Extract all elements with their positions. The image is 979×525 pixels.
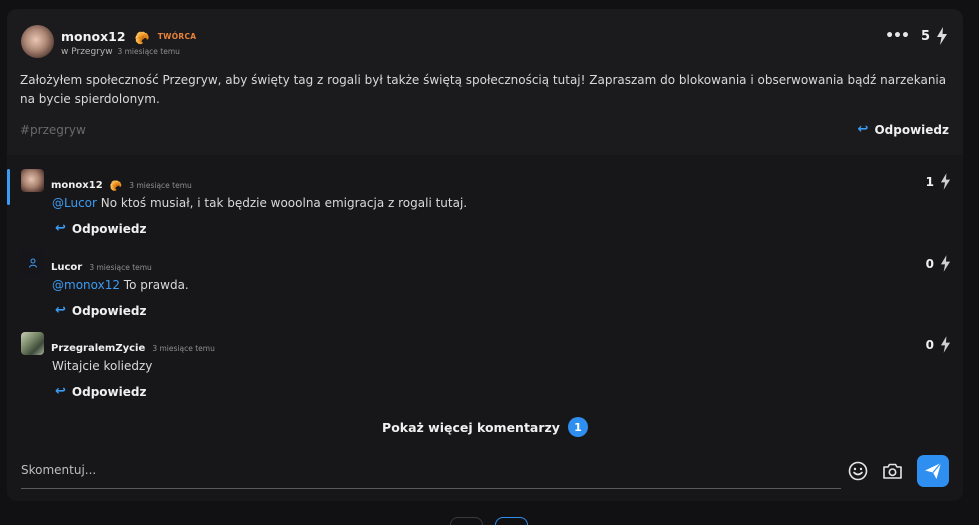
comment-header: monox12 🥐 3 miesiące temu bbox=[51, 173, 192, 192]
smiley-icon[interactable] bbox=[848, 461, 868, 481]
post-actions: ••• 5 bbox=[885, 27, 948, 45]
comment-vote-count: 0 bbox=[925, 256, 934, 271]
reply-arrow-icon: ↩ bbox=[55, 384, 66, 399]
input-tools bbox=[848, 455, 949, 487]
comment-text: Witajcie koliedzy bbox=[52, 359, 153, 373]
comment-body: To prawda. bbox=[119, 278, 189, 292]
comment-time: 3 miesiące temu bbox=[152, 344, 215, 353]
post-tag[interactable]: #przegryw bbox=[20, 123, 86, 137]
comments-section: monox12 🥐 3 miesiące temu @Lucor No ktoś… bbox=[7, 155, 963, 501]
comment-header: Lucor 3 miesiące temu bbox=[51, 255, 152, 274]
post-vote-count: 5 bbox=[920, 28, 930, 44]
reply-label: Odpowiedz bbox=[71, 221, 147, 236]
comment-avatar[interactable] bbox=[21, 251, 44, 274]
comment-author[interactable]: Lucor bbox=[51, 262, 82, 273]
author-line: monox12 🥐 TWÓRCA bbox=[61, 26, 196, 45]
highlight-bar bbox=[7, 169, 10, 205]
more-options-icon[interactable]: ••• bbox=[885, 28, 910, 44]
reply-label: Odpowiedz bbox=[874, 122, 949, 137]
comment-reply-button[interactable]: ↩ Odpowiedz bbox=[55, 221, 146, 236]
mention-link[interactable]: @monox12 bbox=[52, 278, 120, 292]
author-avatar[interactable] bbox=[21, 25, 54, 58]
comment-body: No ktoś musiał, i tak będzie wooolna emi… bbox=[96, 196, 468, 210]
reply-arrow-icon: ↩ bbox=[55, 303, 66, 318]
paper-plane-icon bbox=[925, 462, 942, 479]
user-icon bbox=[28, 258, 37, 268]
comment-header: PrzegralemZycie 3 miesiące temu bbox=[51, 336, 215, 355]
comment-avatar[interactable] bbox=[21, 332, 44, 355]
post-vote[interactable]: 5 bbox=[921, 27, 948, 45]
comment-author[interactable]: monox12 bbox=[51, 180, 103, 191]
croissant-icon: 🥐 bbox=[134, 31, 150, 45]
reply-arrow-icon: ↩ bbox=[55, 221, 66, 236]
comment-vote[interactable]: 0 bbox=[926, 336, 951, 353]
author-name[interactable]: monox12 bbox=[61, 29, 126, 44]
camera-icon[interactable] bbox=[882, 462, 903, 480]
comment-input[interactable] bbox=[21, 451, 841, 488]
comment-reply-button[interactable]: ↩ Odpowiedz bbox=[55, 303, 146, 318]
comment-reply-button[interactable]: ↩ Odpowiedz bbox=[55, 384, 146, 399]
comment-time: 3 miesiące temu bbox=[129, 181, 192, 190]
bolt-icon[interactable] bbox=[940, 255, 951, 272]
comment-vote-count: 1 bbox=[925, 174, 934, 189]
bolt-icon[interactable] bbox=[936, 27, 948, 45]
creator-badge: TWÓRCA bbox=[157, 32, 197, 41]
send-button[interactable] bbox=[917, 455, 949, 487]
post-card: monox12 🥐 TWÓRCA w Przegryw 3 miesiące t… bbox=[7, 9, 963, 501]
comment-time: 3 miesiące temu bbox=[89, 263, 152, 272]
mention-link[interactable]: @Lucor bbox=[52, 196, 97, 210]
comment-input-wrap bbox=[21, 451, 841, 489]
comment-vote[interactable]: 1 bbox=[926, 173, 951, 190]
pagination bbox=[450, 517, 528, 525]
reply-button[interactable]: ↩ Odpowiedz bbox=[858, 122, 949, 137]
comment-avatar[interactable] bbox=[21, 169, 44, 192]
more-count-badge: 1 bbox=[567, 417, 588, 437]
show-more-label: Pokaż więcej komentarzy bbox=[382, 419, 560, 435]
reply-arrow-icon: ↩ bbox=[857, 122, 869, 137]
reply-label: Odpowiedz bbox=[71, 384, 147, 399]
show-more-comments-button[interactable]: Pokaż więcej komentarzy 1 bbox=[7, 417, 963, 437]
comment-text: @Lucor No ktoś musiał, i tak będzie wooo… bbox=[52, 196, 467, 210]
post-time: 3 miesiące temu bbox=[117, 47, 180, 56]
page-button-active[interactable] bbox=[495, 517, 528, 525]
post-body: Założyłem społeczność Przegryw, aby świę… bbox=[20, 73, 947, 106]
post-meta: w Przegryw 3 miesiące temu bbox=[61, 47, 180, 57]
bolt-icon[interactable] bbox=[940, 336, 951, 353]
bolt-icon[interactable] bbox=[940, 173, 951, 190]
croissant-icon: 🥐 bbox=[109, 181, 123, 192]
comment-author[interactable]: PrzegralemZycie bbox=[51, 343, 145, 354]
page-button[interactable] bbox=[450, 517, 483, 525]
reply-label: Odpowiedz bbox=[71, 303, 147, 318]
community-link[interactable]: w Przegryw bbox=[61, 47, 113, 57]
comment-vote[interactable]: 0 bbox=[926, 255, 951, 272]
comment-text: @monox12 To prawda. bbox=[52, 278, 189, 292]
comment-vote-count: 0 bbox=[925, 337, 934, 352]
